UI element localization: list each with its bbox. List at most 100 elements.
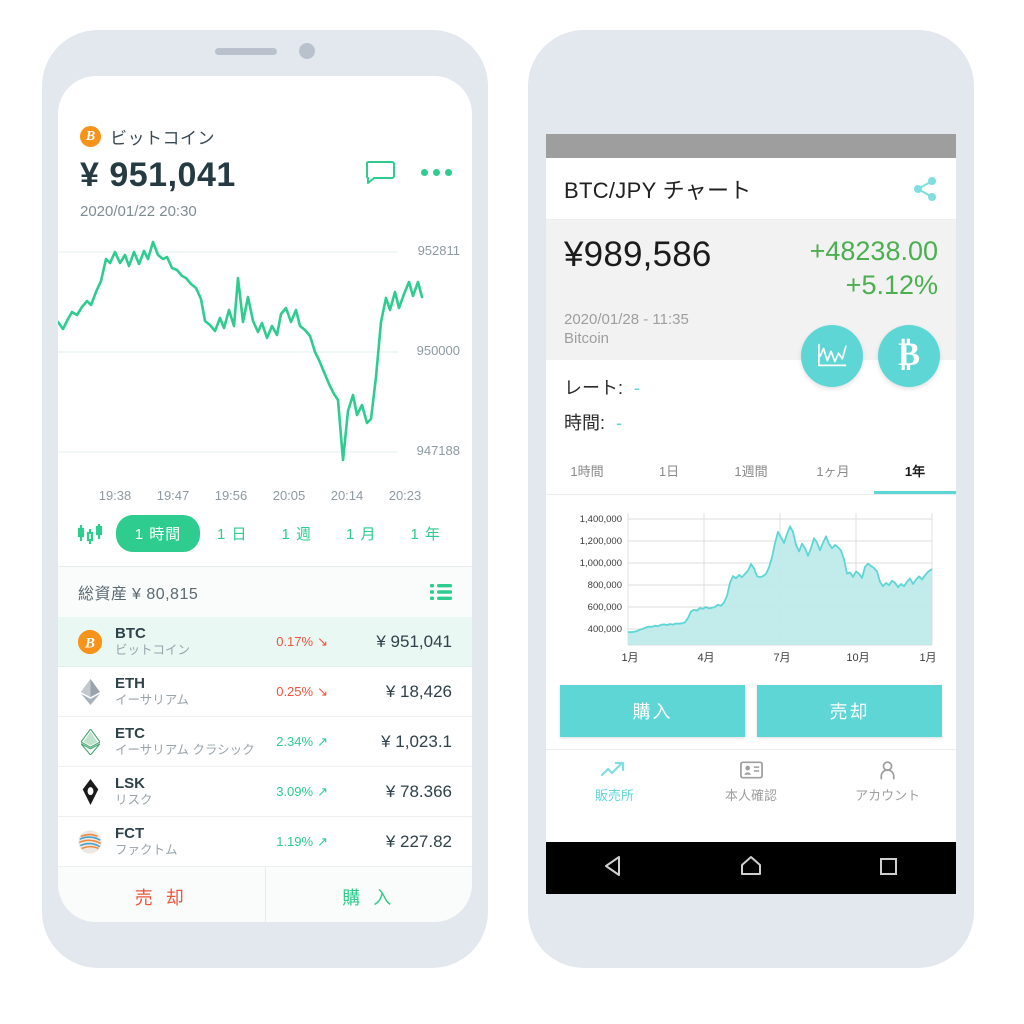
tab-1year[interactable]: 1年 [874,449,956,494]
time-field: 時間: - [564,409,938,435]
trend-down-icon: ↘ [317,683,328,699]
recents-square-icon[interactable] [875,853,901,884]
trend-up-icon: ↗ [317,783,328,799]
floating-action-buttons: ₿ [801,324,940,387]
android-nav-bar [546,842,956,894]
tab-1month[interactable]: 1 月 [329,516,394,551]
x-tick: 19:56 [214,488,248,503]
asset-symbol: BTC [115,624,146,642]
price-change-percent: +5.12% [845,269,938,300]
asset-change: 1.19% [276,834,314,849]
asset-price: ¥ 1,023.1 [381,731,452,751]
front-camera-icon [299,43,315,59]
svg-text:1月: 1月 [919,652,936,664]
asset-jp-name: イーサリアム [115,693,189,707]
table-row[interactable]: ETC イーサリアム クラシック 2.34% ↗ ¥ 1,023.1 [58,717,472,767]
x-tick: 20:05 [272,488,306,503]
home-pentagon-icon[interactable] [738,853,764,884]
tab-1day[interactable]: 1 日 [200,516,265,551]
lisk-icon [76,778,104,806]
right-bottom-nav: 販売所 本人確認 アカウント [546,748,956,813]
total-assets-row[interactable]: 総資産 ¥ 80,815 [58,567,472,617]
id-card-icon [683,758,820,782]
tab-1week[interactable]: 1週間 [710,449,792,494]
left-chart-y-label-top: 952811 [417,243,460,258]
tab-1year[interactable]: 1 年 [394,516,459,551]
left-price-chart[interactable]: 952811 950000 947188 [58,234,472,482]
tab-1day[interactable]: 1日 [628,449,710,494]
right-action-buttons: 購入 売却 [546,673,956,749]
left-chart-svg [58,240,424,462]
table-row[interactable]: B BTC ビットコイン 0.17% ↘ ¥ 951,041 [58,617,472,667]
svg-text:7月: 7月 [773,652,790,664]
right-chart-area [628,525,932,645]
tab-1week[interactable]: 1 週 [265,516,330,551]
trend-arrow-icon [546,758,683,782]
svg-text:800,000: 800,000 [588,580,622,591]
price-summary: ¥989,586 +48238.00 +5.12% [564,235,938,303]
table-row[interactable]: LSK リスク 3.09% ↗ ¥ 78.366 [58,767,472,817]
coin-name-label: ビットコイン [110,129,215,148]
buy-button[interactable]: 購入 [560,684,745,737]
asset-jp-name: リスク [115,793,153,807]
more-options-icon[interactable] [421,168,452,176]
tab-1hour[interactable]: 1時間 [546,449,628,494]
time-label: 時間: [564,412,606,433]
iphone-notch [145,30,385,72]
buy-button[interactable]: 購 入 [266,867,473,922]
time-value: - [616,412,623,433]
table-row[interactable]: FCT ファクトム 1.19% ↗ ¥ 227.82 [58,817,472,867]
asset-names: FCT ファクトム [115,825,276,859]
svg-text:10月: 10月 [846,652,869,664]
asset-jp-name: イーサリアム クラシック [115,743,255,757]
right-phone-screen: BTC/JPY チャート ¥989,586 +48238.00 +5.12% 2… [546,134,956,862]
total-assets-text: 総資産 ¥ 80,815 [78,580,198,604]
svg-text:1,000,000: 1,000,000 [580,558,622,569]
nav-label: 販売所 [594,787,634,803]
nav-item-account[interactable]: アカウント [819,758,956,804]
ethereum-icon [76,678,104,706]
x-tick: 19:47 [156,488,190,503]
tab-1hour[interactable]: 1 時間 [116,515,200,552]
left-phone-screen: B ビットコイン ¥ 951,041 2020/01/22 20:30 9528… [58,76,472,922]
person-icon [819,758,956,782]
right-chart-svg: 1,400,000 1,200,000 1,000,000 800,000 60… [580,512,937,664]
asset-symbol: LSK [115,774,145,792]
list-view-icon[interactable] [430,583,452,601]
rate-value: - [634,377,641,398]
asset-change: 3.09% [276,784,314,799]
left-action-buttons: 売 却 購 入 [58,867,472,922]
bitcoin-icon: B [80,126,101,147]
back-triangle-icon[interactable] [601,853,627,884]
bitcoin-icon[interactable]: ₿ [878,324,940,387]
svg-text:B: B [84,635,95,651]
nav-item-marketplace[interactable]: 販売所 [546,758,683,804]
svg-text:4月: 4月 [697,652,714,664]
android-status-bar [546,134,956,158]
rate-label: レート: [564,377,624,398]
left-chart-y-label-bottom: 947188 [416,443,460,458]
share-icon[interactable] [912,176,938,202]
sell-button[interactable]: 売 却 [58,867,266,922]
table-row[interactable]: ETH イーサリアム 0.25% ↘ ¥ 18,426 [58,667,472,717]
tab-1month[interactable]: 1ヶ月 [792,449,874,494]
sell-button[interactable]: 売却 [757,684,942,737]
asset-list: B BTC ビットコイン 0.17% ↘ ¥ 951,041 ETH イーサリア… [58,617,472,867]
left-header: B ビットコイン ¥ 951,041 2020/01/22 20:30 [58,76,472,220]
right-price-chart[interactable]: 1,400,000 1,200,000 1,000,000 800,000 60… [546,495,956,673]
asset-price: ¥ 227.82 [385,831,452,851]
svg-text:1,200,000: 1,200,000 [580,536,622,547]
chart-icon[interactable] [801,324,863,387]
candlestick-icon[interactable] [76,522,106,546]
header-actions [365,160,452,184]
chat-bubble-icon[interactable] [365,160,395,184]
asset-names: LSK リスク [115,775,276,809]
current-price: ¥989,586 [564,235,712,274]
nav-item-identity[interactable]: 本人確認 [683,758,820,804]
trend-up-icon: ↗ [317,833,328,849]
svg-text:400,000: 400,000 [588,624,622,635]
asset-names: BTC ビットコイン [115,625,276,659]
asset-change: 0.17% [276,634,314,649]
asset-price: ¥ 18,426 [385,681,452,701]
asset-symbol: ETH [115,674,145,692]
